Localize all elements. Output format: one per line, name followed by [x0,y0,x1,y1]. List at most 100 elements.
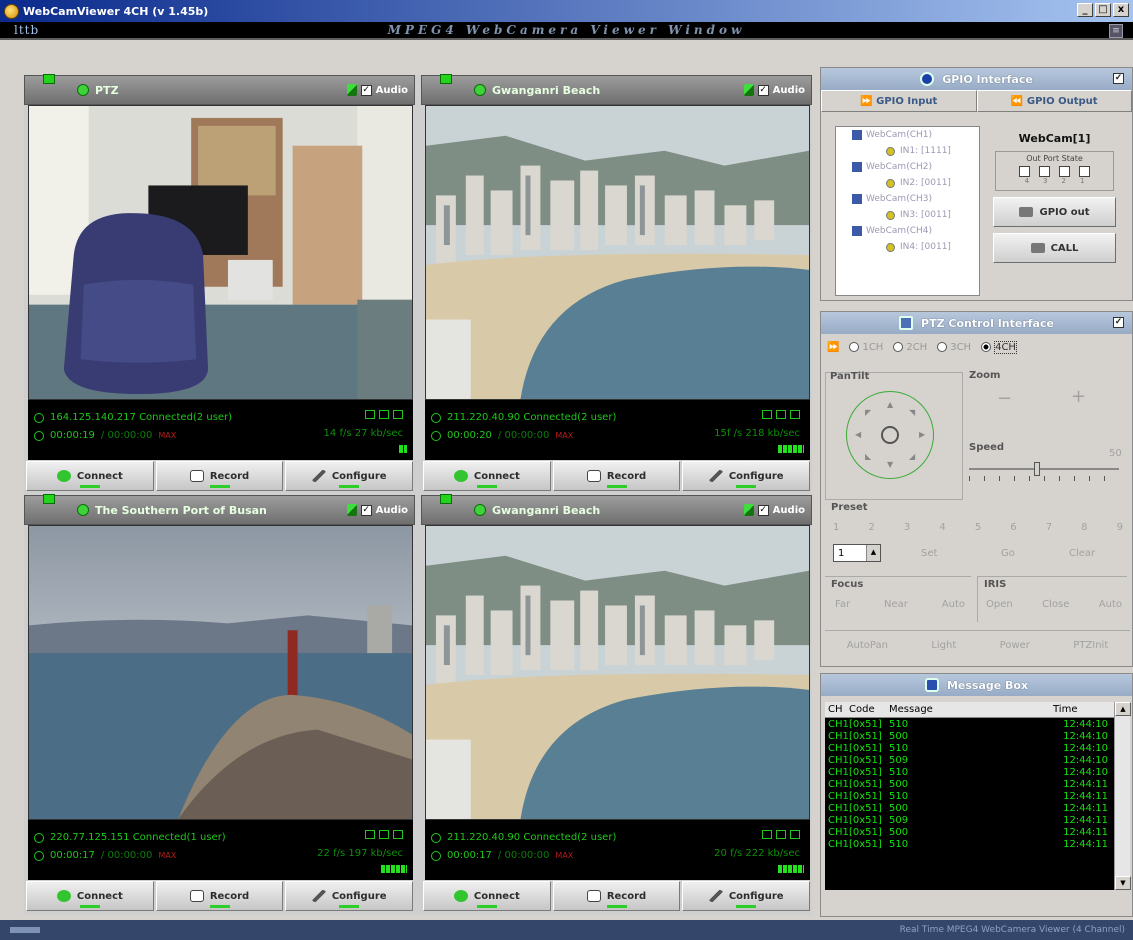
channel-1-radio[interactable]: 1CH [849,342,883,353]
maximize-button[interactable]: □ [1095,3,1111,17]
audio-toggle[interactable]: ✓ Audio [346,84,408,96]
preset-2[interactable]: 2 [868,522,874,533]
video-feed[interactable] [28,105,413,400]
tree-item-in2[interactable]: IN2: [0011] [836,175,979,191]
channel-4-radio[interactable]: 4CH [981,341,1017,354]
table-row[interactable]: CH1 [0x51] 500 12:44:10 [825,730,1130,742]
slider-thumb[interactable] [1034,462,1040,476]
tree-item-cam4[interactable]: WebCam(CH4) [836,223,979,239]
configure-button[interactable]: Configure [682,461,811,491]
scroll-down-icon[interactable]: ▼ [1115,876,1131,890]
audio-checkbox[interactable]: ✓ [757,84,769,96]
tree-item-cam2[interactable]: WebCam(CH2) [836,159,979,175]
column-header[interactable]: Time [1053,704,1108,715]
audio-checkbox[interactable]: ✓ [360,84,372,96]
record-button[interactable]: Record [155,881,284,911]
tab-gpio-input[interactable]: ⏩ GPIO Input [821,90,977,112]
home-icon[interactable] [881,426,899,444]
table-row[interactable]: CH1 [0x51] 509 12:44:10 [825,754,1130,766]
tree-item-in3[interactable]: IN3: [0011] [836,207,979,223]
table-row[interactable]: CH1 [0x51] 510 12:44:11 [825,790,1130,802]
light-button[interactable]: Light [931,640,956,651]
table-row[interactable]: CH1 [0x51] 500 12:44:11 [825,778,1130,790]
tab-gpio-output[interactable]: ⏪ GPIO Output [976,90,1132,112]
power-button[interactable]: Power [1000,640,1030,651]
iris-close-button[interactable]: Close [1042,599,1069,610]
video-feed[interactable] [425,105,810,400]
gpio-out-button[interactable]: GPIO out [993,197,1116,227]
focus-far-button[interactable]: Far [835,599,850,610]
audio-checkbox[interactable]: ✓ [757,504,769,516]
port-checkbox-2[interactable] [1059,166,1070,177]
gpio-enable-checkbox[interactable]: ✓ [1113,73,1124,84]
preset-go-button[interactable]: Go [1001,548,1015,559]
dropdown-arrow-icon[interactable]: ▲ [866,545,880,561]
banner-menu-icon[interactable]: ≡ [1109,24,1123,38]
preset-clear-button[interactable]: Clear [1069,548,1095,559]
pantilt-joystick[interactable]: ▲ ▼ ◀ ▶ ◤ ◥ ◣ ◢ [846,391,934,479]
focus-near-button[interactable]: Near [884,599,908,610]
iris-auto-button[interactable]: Auto [1099,599,1122,610]
ptz-init-button[interactable]: PTZInit [1073,640,1108,651]
table-row[interactable]: CH1 [0x51] 510 12:44:10 [825,766,1130,778]
arrow-down-icon[interactable]: ▼ [887,460,893,469]
minimize-button[interactable]: _ [1077,3,1093,17]
record-button[interactable]: Record [155,461,284,491]
preset-select[interactable]: 1 ▲ [833,544,881,562]
table-row[interactable]: CH1 [0x51] 510 12:44:10 [825,742,1130,754]
configure-button[interactable]: Configure [285,881,414,911]
speed-slider[interactable] [969,462,1119,476]
video-feed[interactable] [28,525,413,820]
audio-toggle[interactable]: ✓ Audio [743,504,805,516]
preset-set-button[interactable]: Set [921,548,937,559]
tree-item-in4[interactable]: IN4: [0011] [836,239,979,255]
video-feed[interactable] [425,525,810,820]
connect-button[interactable]: Connect [26,461,154,491]
audio-checkbox[interactable]: ✓ [360,504,372,516]
preset-6[interactable]: 6 [1010,522,1016,533]
record-button[interactable]: Record [552,461,681,491]
channel-2-radio[interactable]: 2CH [893,342,927,353]
audio-toggle[interactable]: ✓ Audio [743,84,805,96]
close-button[interactable]: x [1113,3,1129,17]
configure-button[interactable]: Configure [285,461,414,491]
column-header[interactable]: Code [849,704,889,715]
scroll-up-icon[interactable]: ▲ [1115,702,1131,716]
connect-button[interactable]: Connect [423,461,551,491]
focus-auto-button[interactable]: Auto [942,599,965,610]
arrow-downleft-icon[interactable]: ◣ [865,452,871,461]
preset-1[interactable]: 1 [833,522,839,533]
table-row[interactable]: CH1 [0x51] 510 12:44:10 [825,718,1130,730]
preset-9[interactable]: 9 [1117,522,1123,533]
table-row[interactable]: CH1 [0x51] 500 12:44:11 [825,802,1130,814]
column-header[interactable]: CH [825,704,849,715]
tree-item-cam3[interactable]: WebCam(CH3) [836,191,979,207]
arrow-up-icon[interactable]: ▲ [887,400,893,409]
autopan-button[interactable]: AutoPan [847,640,888,651]
call-button[interactable]: CALL [993,233,1116,263]
port-checkbox-1[interactable] [1079,166,1090,177]
ptz-enable-checkbox[interactable]: ✓ [1113,317,1124,328]
tree-item-cam1[interactable]: WebCam(CH1) [836,127,979,143]
preset-7[interactable]: 7 [1046,522,1052,533]
table-row[interactable]: CH1 [0x51] 509 12:44:11 [825,814,1130,826]
connect-button[interactable]: Connect [26,881,154,911]
table-row[interactable]: CH1 [0x51] 510 12:44:11 [825,838,1130,850]
iris-open-button[interactable]: Open [986,599,1013,610]
port-checkbox-4[interactable] [1019,166,1030,177]
arrow-upleft-icon[interactable]: ◤ [865,408,871,417]
preset-3[interactable]: 3 [904,522,910,533]
arrow-upright-icon[interactable]: ◥ [909,408,915,417]
audio-toggle[interactable]: ✓ Audio [346,504,408,516]
connect-button[interactable]: Connect [423,881,551,911]
zoom-out-button[interactable]: − [997,388,1012,409]
preset-8[interactable]: 8 [1081,522,1087,533]
table-row[interactable]: CH1 [0x51] 500 12:44:11 [825,826,1130,838]
arrow-right-icon[interactable]: ▶ [919,430,925,439]
channel-3-radio[interactable]: 3CH [937,342,971,353]
zoom-in-button[interactable]: + [1071,386,1086,407]
arrow-downright-icon[interactable]: ◢ [909,452,915,461]
port-checkbox-3[interactable] [1039,166,1050,177]
tree-item-in1[interactable]: IN1: [1111] [836,143,979,159]
preset-5[interactable]: 5 [975,522,981,533]
